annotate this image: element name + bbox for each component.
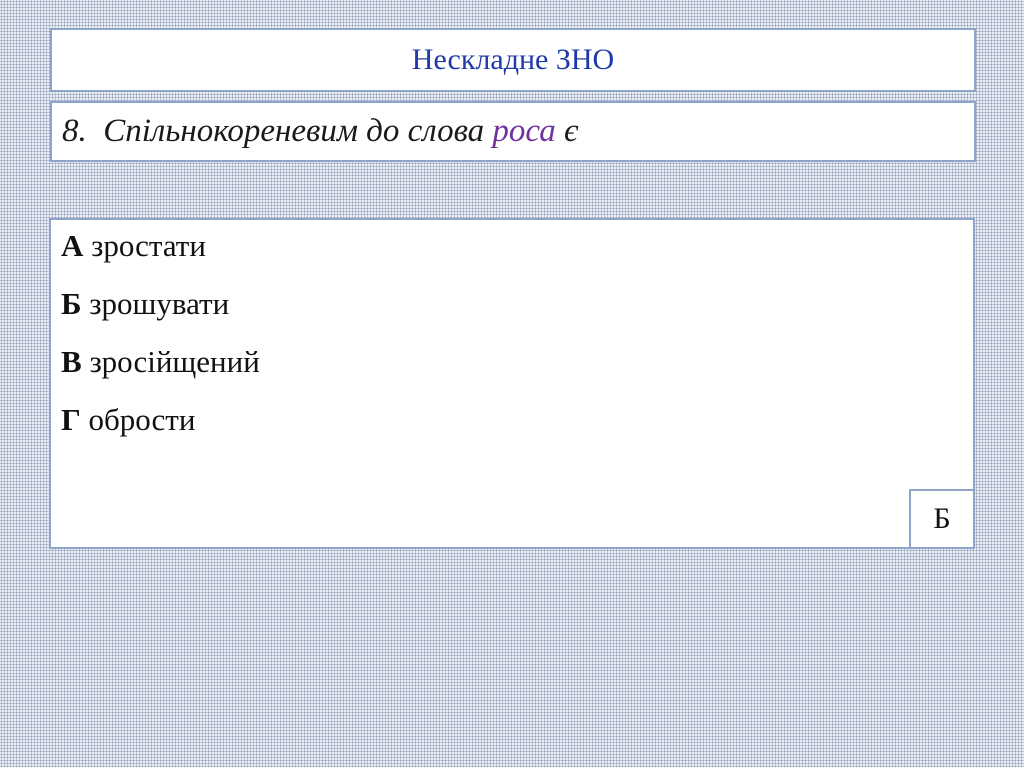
option-letter: А <box>61 228 84 263</box>
option-text: обрости <box>88 402 196 437</box>
option-text: зросійщений <box>89 344 260 379</box>
option-letter: Б <box>61 286 82 321</box>
question-panel: 8. Спільнокореневим до слова роса є <box>50 101 976 162</box>
highlighted-word: роса <box>492 113 556 149</box>
option-v: В зросійщений <box>61 344 973 380</box>
option-text: зрошувати <box>89 286 230 321</box>
question-tail: є <box>563 113 579 149</box>
question-text: 8. Спільнокореневим до слова роса є <box>62 113 578 150</box>
title-panel: Нескладне ЗНО <box>50 28 976 92</box>
option-letter: Г <box>61 402 81 437</box>
option-a: А зростати <box>61 228 973 264</box>
option-letter: В <box>61 344 82 379</box>
option-text: зростати <box>91 228 206 263</box>
question-number: 8. <box>62 113 87 149</box>
options-panel: А зростати Б зрошувати В зросійщений Г о… <box>49 218 975 549</box>
option-g: Г обрости <box>61 402 973 438</box>
answer-key-box: Б <box>909 489 973 547</box>
question-stem: Спільнокореневим до слова <box>103 113 485 149</box>
slide-title: Нескладне ЗНО <box>411 43 615 76</box>
option-b: Б зрошувати <box>61 286 973 322</box>
